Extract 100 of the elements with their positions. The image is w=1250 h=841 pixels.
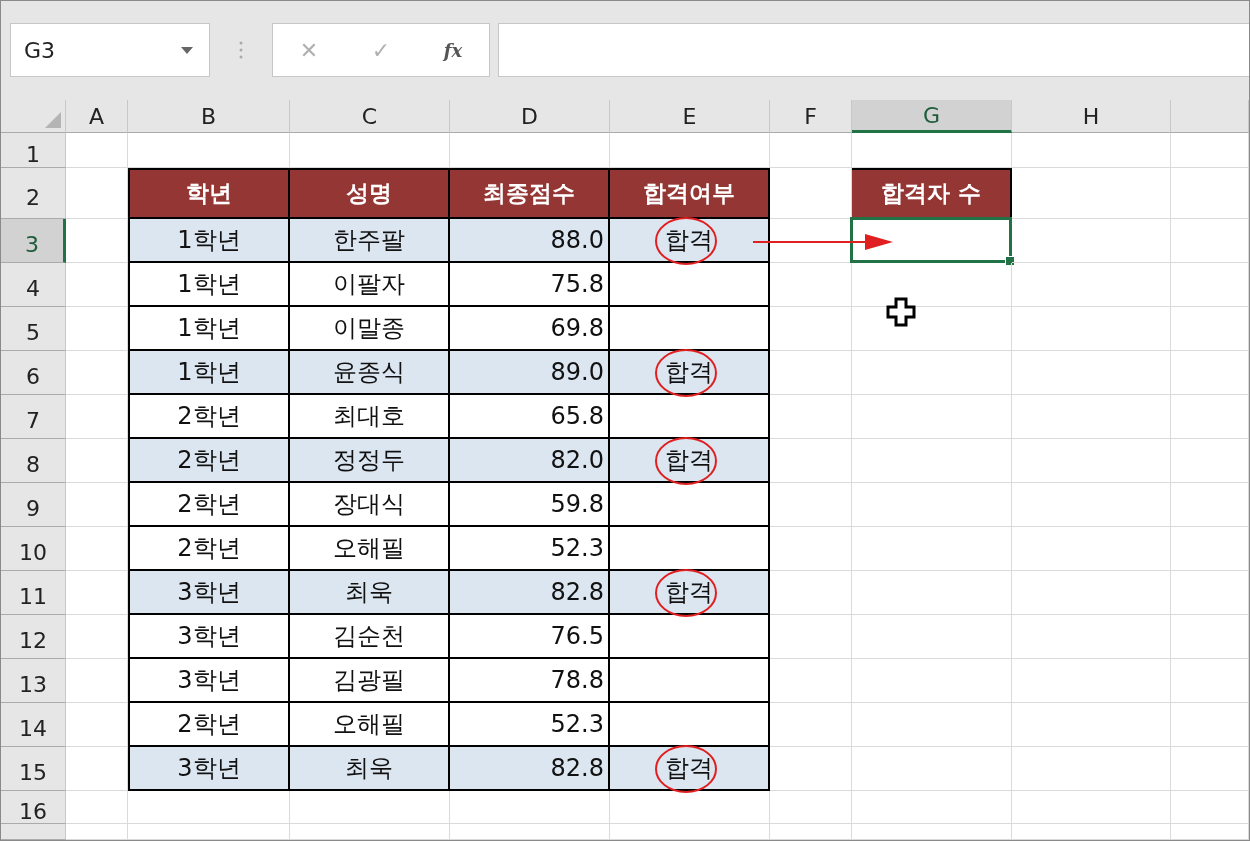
empty-cell[interactable] [770,527,852,571]
empty-cell[interactable] [290,824,450,840]
table-cell[interactable]: 78.8 [450,659,610,703]
column-header[interactable]: B [128,100,290,133]
table-cell[interactable]: 합격 [610,747,770,791]
empty-cell[interactable] [1171,307,1249,351]
table-cell[interactable] [610,483,770,527]
empty-cell[interactable] [770,824,852,840]
table-cell[interactable]: 최욱 [290,747,450,791]
table-cell[interactable]: 최욱 [290,571,450,615]
table-cell[interactable]: 1학년 [128,263,290,307]
row-header[interactable]: 11 [1,571,66,615]
empty-cell[interactable] [610,824,770,840]
row-header[interactable]: 16 [1,791,66,824]
empty-cell[interactable] [852,747,1012,791]
header-cell[interactable]: 합격여부 [610,168,770,219]
empty-cell[interactable] [852,615,1012,659]
empty-cell[interactable] [1012,395,1171,439]
name-box[interactable]: G3 [10,23,210,77]
row-header[interactable]: 2 [1,168,66,219]
empty-cell[interactable] [770,395,852,439]
empty-cell[interactable] [1171,571,1249,615]
table-cell[interactable]: 89.0 [450,351,610,395]
column-header[interactable]: G [852,100,1012,133]
table-cell[interactable]: 3학년 [128,659,290,703]
table-cell[interactable]: 정정두 [290,439,450,483]
table-cell[interactable]: 한주팔 [290,219,450,263]
empty-cell[interactable] [1012,527,1171,571]
row-header[interactable]: 9 [1,483,66,527]
empty-cell[interactable] [1171,395,1249,439]
empty-cell[interactable] [852,527,1012,571]
empty-cell[interactable] [290,791,450,824]
column-header[interactable] [1171,100,1249,133]
table-cell[interactable]: 82.0 [450,439,610,483]
empty-cell[interactable] [1012,571,1171,615]
empty-cell[interactable] [852,395,1012,439]
empty-cell[interactable] [128,824,290,840]
table-cell[interactable]: 75.8 [450,263,610,307]
table-cell[interactable]: 합격 [610,219,770,263]
empty-cell[interactable] [1012,133,1171,168]
table-cell[interactable] [610,659,770,703]
table-cell[interactable]: 2학년 [128,483,290,527]
empty-cell[interactable] [610,791,770,824]
empty-cell[interactable] [1012,703,1171,747]
table-cell[interactable]: 이팔자 [290,263,450,307]
table-cell[interactable]: 김순천 [290,615,450,659]
empty-cell[interactable] [1171,483,1249,527]
row-header[interactable]: 3 [1,219,66,263]
row-header[interactable]: 13 [1,659,66,703]
table-cell[interactable]: 김광필 [290,659,450,703]
table-cell[interactable] [610,263,770,307]
column-header[interactable]: A [66,100,128,133]
empty-cell[interactable] [770,307,852,351]
row-header[interactable]: 10 [1,527,66,571]
empty-cell[interactable] [1171,219,1249,263]
header-cell[interactable]: 학년 [128,168,290,219]
empty-cell[interactable] [770,263,852,307]
empty-cell[interactable] [1171,351,1249,395]
empty-cell[interactable] [1171,133,1249,168]
table-cell[interactable]: 장대식 [290,483,450,527]
header-cell[interactable]: 성명 [290,168,450,219]
empty-cell[interactable] [128,791,290,824]
table-cell[interactable]: 59.8 [450,483,610,527]
empty-cell[interactable] [450,824,610,840]
table-cell[interactable]: 합격 [610,439,770,483]
empty-cell[interactable] [852,703,1012,747]
column-header[interactable]: F [770,100,852,133]
empty-cell[interactable] [1012,747,1171,791]
empty-cell[interactable] [770,483,852,527]
table-cell[interactable]: 윤종식 [290,351,450,395]
empty-cell[interactable] [1171,527,1249,571]
column-header[interactable]: D [450,100,610,133]
empty-cell[interactable] [1171,747,1249,791]
empty-cell[interactable] [852,791,1012,824]
empty-cell[interactable] [1171,439,1249,483]
table-cell[interactable]: 82.8 [450,571,610,615]
formula-input[interactable] [498,23,1249,77]
empty-cell[interactable] [770,615,852,659]
empty-cell[interactable] [852,483,1012,527]
empty-cell[interactable] [1171,615,1249,659]
empty-cell[interactable] [1012,483,1171,527]
table-cell[interactable]: 2학년 [128,439,290,483]
table-cell[interactable]: 82.8 [450,747,610,791]
row-header[interactable]: 5 [1,307,66,351]
header-cell[interactable]: 최종점수 [450,168,610,219]
row-header[interactable]: 8 [1,439,66,483]
empty-cell[interactable] [852,439,1012,483]
column-header[interactable]: E [610,100,770,133]
table-cell[interactable] [610,615,770,659]
row-header[interactable]: 15 [1,747,66,791]
row-header[interactable]: 7 [1,395,66,439]
table-cell[interactable]: 3학년 [128,571,290,615]
empty-cell[interactable] [1171,791,1249,824]
row-header[interactable]: 4 [1,263,66,307]
empty-cell[interactable] [1171,703,1249,747]
drag-handle-icon[interactable] [239,41,243,59]
row-header[interactable]: 12 [1,615,66,659]
empty-cell[interactable] [1012,307,1171,351]
row-header[interactable]: 14 [1,703,66,747]
row-header[interactable]: 1 [1,133,66,168]
